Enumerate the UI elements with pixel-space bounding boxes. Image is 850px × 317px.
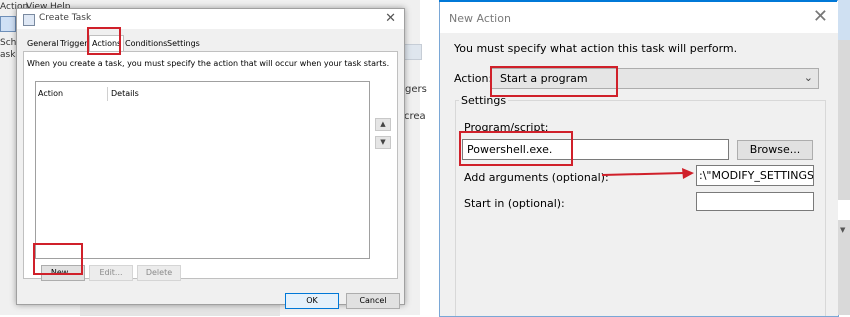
new-action-titlebar: New Action ✕ [440,1,838,33]
edge-panel [838,200,850,220]
background-window-edge: ▼ [838,0,850,315]
scroll-down-icon[interactable]: ▼ [840,226,845,234]
start-in-label: Start in (optional): [464,197,565,210]
tab-conditions[interactable]: Conditions [123,37,169,50]
tab-settings[interactable]: Settings [165,37,202,50]
background-text-triggers: gers [405,84,427,95]
settings-group-label: Settings [459,94,509,107]
actions-list[interactable] [35,81,370,259]
add-arguments-input[interactable]: :\"MODIFY_SETTINGS\"" [696,165,814,186]
delete-action-button[interactable]: Delete [137,265,181,281]
action-label: Action: [454,72,493,85]
background-stripe [403,44,422,60]
new-action-title: New Action [449,12,511,25]
create-task-title: Create Task [39,13,92,23]
annotation-arrow-icon [601,168,694,179]
start-in-input[interactable] [696,192,814,211]
close-icon[interactable]: ✕ [385,11,396,26]
chevron-down-icon: ⌄ [803,71,813,84]
instruction-text: You must specify what action this task w… [454,42,738,55]
create-task-dialog: Create Task ✕ General Triggers Actions C… [16,8,405,309]
action-dropdown-value: Start a program [500,72,588,85]
add-arguments-label: Add arguments (optional): [464,171,609,184]
column-header-details[interactable]: Details [111,89,139,98]
tab-actions[interactable]: Actions [89,35,125,52]
new-action-button[interactable]: New... [41,265,85,281]
actions-info-text: When you create a task, you must specify… [27,59,390,68]
edge-accent [838,0,850,40]
window-accent-border [439,0,837,2]
task-icon [23,14,35,26]
move-down-button[interactable]: ▼ [375,136,391,149]
column-header-action[interactable]: Action [38,89,63,98]
move-up-button[interactable]: ▲ [375,118,391,131]
close-icon[interactable]: ✕ [813,6,828,27]
browse-button[interactable]: Browse... [737,140,813,160]
background-text-create: crea [404,111,426,122]
toolbar-icon[interactable] [0,16,16,32]
action-dropdown[interactable]: Start a program ⌄ [491,68,819,89]
create-task-titlebar: Create Task ✕ [17,9,404,29]
edit-action-button[interactable]: Edit... [89,265,133,281]
program-script-input[interactable]: Powershell.exe. [462,139,729,160]
ok-button[interactable]: OK [285,293,339,309]
tab-general[interactable]: General [25,37,61,50]
cancel-button[interactable]: Cancel [346,293,400,309]
program-script-label: Program/script: [464,121,549,134]
column-separator [107,87,108,101]
